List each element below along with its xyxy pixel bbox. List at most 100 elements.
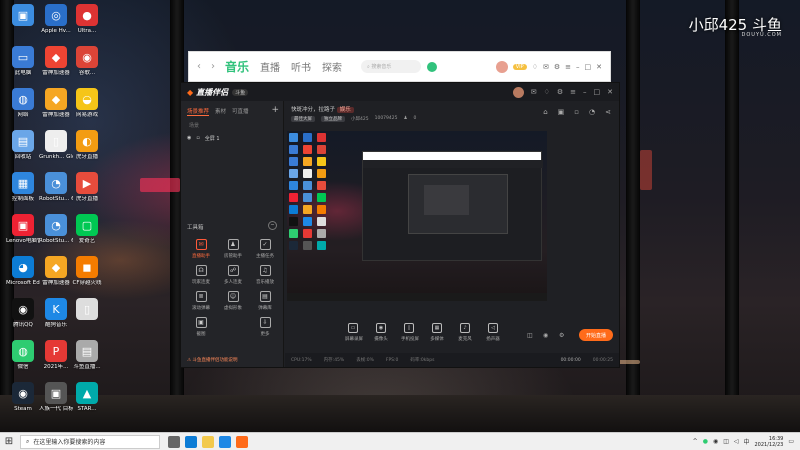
desktop-icon[interactable]: ▣ <box>6 4 40 48</box>
taskbar-search-input[interactable]: ⌕ 在这里输入你要搜索的内容 <box>20 434 160 449</box>
desktop-icon[interactable]: K 酷狗音乐 <box>39 298 73 342</box>
tab-live[interactable]: 直播 <box>260 59 280 74</box>
message-icon[interactable]: ✉ <box>531 88 537 96</box>
menu-icon[interactable]: ≡ <box>570 88 576 96</box>
tool-button[interactable]: ☍ 多人连麦 <box>217 265 249 285</box>
tab-scene-recommend[interactable]: 场景推荐 <box>187 107 210 116</box>
tab-material[interactable]: 素材 <box>215 107 226 116</box>
desktop-icon[interactable]: ▭ 此电脑 <box>6 46 40 90</box>
tool-button[interactable]: ♫ 音乐播放 <box>249 265 281 285</box>
source-tool-button[interactable]: ▦ 多媒体 <box>429 323 445 342</box>
desktop-icon[interactable]: ▣ 人族一代 目标... <box>39 382 73 426</box>
settings-icon[interactable]: ⚙ <box>554 63 560 71</box>
tool-button[interactable]: ✉ 直播助手 <box>185 239 217 259</box>
desktop-icon[interactable]: ◕ Microsoft Edge <box>6 256 40 300</box>
tool-button[interactable]: ☊ 玩家连麦 <box>185 265 217 285</box>
tool-button[interactable] <box>217 317 249 337</box>
menu-icon[interactable]: ≡ <box>565 63 571 71</box>
desktop-icon[interactable]: ▣ Lenovo电脑管家 <box>6 214 40 258</box>
eye-icon[interactable]: ◉ <box>187 135 191 142</box>
gift-icon[interactable]: ▣ <box>558 108 565 116</box>
tab-streamable[interactable]: 可直播 <box>232 107 249 116</box>
music-search-input[interactable]: ⌕ 搜索音乐 <box>361 60 422 73</box>
tool-button[interactable]: ▣ 截图 <box>185 317 217 337</box>
desktop-icon[interactable]: ◆ 雷神加速器 <box>39 88 73 132</box>
desktop-icon[interactable]: ▤ 斗鱼直播... <box>70 340 104 384</box>
edge-icon[interactable] <box>185 435 197 448</box>
room-tag[interactable]: 娱乐 <box>336 107 354 113</box>
skin-icon[interactable]: ♢ <box>544 88 550 96</box>
desktop-icon[interactable]: ▤ 回收站 <box>6 130 40 174</box>
source-tool-button[interactable]: ♪ 麦克风 <box>457 323 473 342</box>
desktop-icon[interactable]: ● Ultra... <box>70 4 104 48</box>
tool-button[interactable]: ☺ 虚拟形象 <box>217 291 249 311</box>
tab-audiobook[interactable]: 听书 <box>291 59 311 74</box>
desktop-icon[interactable]: P 2021年... <box>39 340 73 384</box>
windows-start-icon[interactable]: ⊞ <box>0 433 18 450</box>
eye-icon[interactable]: ◉ <box>543 332 548 339</box>
collapse-icon[interactable]: − <box>268 221 277 230</box>
lock-icon[interactable]: ▫ <box>196 135 199 142</box>
desktop-icon[interactable]: ◍ 网络 <box>6 88 40 132</box>
companion-taskbar-icon[interactable] <box>236 435 248 448</box>
desktop-icon[interactable]: ▢ 爱奇艺 <box>70 214 104 258</box>
close-icon[interactable]: ✕ <box>607 88 613 96</box>
settings-icon[interactable]: ⚙ <box>559 332 564 339</box>
camera-icon[interactable]: ◫ <box>527 332 533 339</box>
forward-icon[interactable]: › <box>211 61 215 72</box>
desktop-icon[interactable]: ◼ CF穿越火线 <box>70 256 104 300</box>
desktop-icon[interactable]: ▯ <box>70 298 104 342</box>
source-tool-button[interactable]: ▯ 手机投屏 <box>401 323 419 342</box>
platform-badge[interactable]: 斗鱼 <box>232 88 249 96</box>
share-icon[interactable]: ⋖ <box>605 108 611 116</box>
desktop-icon[interactable]: ▯ Grunkh... Global Off... <box>39 130 73 174</box>
source-tool-button[interactable]: ◁ 扬声器 <box>485 323 501 342</box>
start-live-button[interactable]: 开始直播 <box>579 329 613 341</box>
desktop-icon[interactable]: ◔ RobotStu... 6.04.01 <box>39 214 73 258</box>
desktop-icon[interactable]: ◔ RobotStu... 6.04.01 <box>39 172 73 216</box>
stream-preview[interactable] <box>287 131 547 301</box>
music-window[interactable]: ‹ › 音乐 直播 听书 探索 ⌕ 搜索音乐 VIP ♢ ✉ ⚙ ≡ – □ ✕ <box>188 51 611 82</box>
tab-music[interactable]: 音乐 <box>225 58 249 75</box>
bell-icon[interactable]: ◔ <box>589 108 595 116</box>
lock-icon[interactable]: ▫ <box>574 108 579 116</box>
add-scene-button[interactable]: + <box>271 105 279 115</box>
desktop-icon[interactable]: ◉ 腾讯QQ <box>6 298 40 342</box>
ime-icon[interactable]: 中 <box>743 437 749 446</box>
tool-button[interactable]: ▤ 弹幕库 <box>249 291 281 311</box>
maximize-icon[interactable]: □ <box>585 63 592 71</box>
avatar[interactable] <box>495 60 508 73</box>
desktop-icon[interactable]: ▲ STAR... <box>70 382 104 426</box>
file-explorer-icon[interactable] <box>202 435 214 448</box>
source-tool-button[interactable]: ◉ 摄像头 <box>373 323 389 342</box>
tab-explore[interactable]: 探索 <box>322 59 342 74</box>
tool-button[interactable]: ✓ 主播任务 <box>249 239 281 259</box>
desktop-icon[interactable]: ◒ 网易游戏 <box>70 88 104 132</box>
maximize-icon[interactable]: □ <box>594 88 601 96</box>
scene-item[interactable]: ◉ ▫ 全屏 1 <box>181 132 283 145</box>
desktop-icon[interactable]: ◍ 微信 <box>6 340 40 384</box>
back-icon[interactable]: ‹ <box>197 61 201 72</box>
store-icon[interactable] <box>219 435 231 448</box>
task-view-icon[interactable] <box>168 435 180 448</box>
mail-icon[interactable]: ✉ <box>543 63 549 71</box>
avatar[interactable] <box>512 86 524 98</box>
tool-button[interactable]: ≣ 滚动弹幕 <box>185 291 217 311</box>
desktop-icon[interactable]: ◆ 雷神加速器 <box>39 46 73 90</box>
close-icon[interactable]: ✕ <box>596 63 602 71</box>
clock[interactable]: 16:39 2021/12/23 <box>755 436 784 448</box>
voice-search-icon[interactable] <box>427 61 438 72</box>
volume-icon[interactable]: ◁ <box>734 438 739 445</box>
desktop-icon[interactable]: ◎ Apple Hv... <box>39 4 73 48</box>
desktop-icon[interactable]: ◉ 谷歌... <box>70 46 104 90</box>
source-tool-button[interactable]: ▭ 屏幕录屏 <box>345 323 363 342</box>
desktop-icon[interactable]: ◉ Steam <box>6 382 40 426</box>
store-icon[interactable]: ⌂ <box>543 108 547 116</box>
chevron-up-icon[interactable]: ^ <box>693 438 698 445</box>
settings-icon[interactable]: ⚙ <box>557 88 563 96</box>
wechat-tray-icon[interactable]: ● <box>703 438 708 445</box>
desktop-icon[interactable]: ◆ 雷神加速器 <box>39 256 73 300</box>
room-title[interactable]: 快斑冲分，拉路子 <box>291 107 335 113</box>
shirt-icon[interactable]: ♢ <box>532 63 538 71</box>
tool-button[interactable]: ⇩ 更多 <box>249 317 281 337</box>
